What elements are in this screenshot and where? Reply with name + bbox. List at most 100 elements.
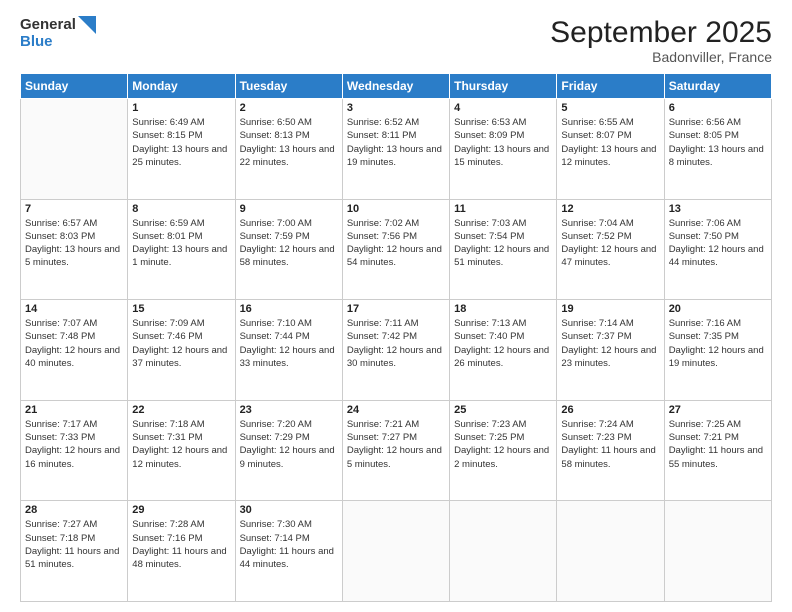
calendar-cell: 30Sunrise: 7:30 AMSunset: 7:14 PMDayligh… (235, 501, 342, 602)
cell-line: Sunset: 7:48 PM (25, 330, 123, 343)
day-number: 18 (454, 303, 552, 315)
day-number: 12 (561, 203, 659, 215)
cell-line: Daylight: 12 hours and 54 minutes. (347, 243, 445, 270)
calendar-table: SundayMondayTuesdayWednesdayThursdayFrid… (20, 73, 772, 602)
cell-line: Sunrise: 6:50 AM (240, 116, 338, 129)
cell-line: Sunrise: 7:07 AM (25, 317, 123, 330)
day-number: 19 (561, 303, 659, 315)
cell-content: Sunrise: 7:10 AMSunset: 7:44 PMDaylight:… (240, 317, 338, 370)
cell-line: Daylight: 12 hours and 2 minutes. (454, 444, 552, 471)
cell-line: Sunrise: 7:16 AM (669, 317, 767, 330)
cell-line: Sunrise: 6:55 AM (561, 116, 659, 129)
cell-content: Sunrise: 7:28 AMSunset: 7:16 PMDaylight:… (132, 518, 230, 571)
cell-line: Sunset: 7:59 PM (240, 230, 338, 243)
logo-general: General (20, 17, 76, 34)
cell-line: Sunrise: 7:06 AM (669, 217, 767, 230)
day-number: 5 (561, 102, 659, 114)
day-number: 4 (454, 102, 552, 114)
calendar-cell: 24Sunrise: 7:21 AMSunset: 7:27 PMDayligh… (342, 400, 449, 501)
cell-line: Sunset: 7:50 PM (669, 230, 767, 243)
cell-line: Daylight: 12 hours and 30 minutes. (347, 344, 445, 371)
cell-content: Sunrise: 7:13 AMSunset: 7:40 PMDaylight:… (454, 317, 552, 370)
day-number: 22 (132, 404, 230, 416)
cell-content: Sunrise: 7:23 AMSunset: 7:25 PMDaylight:… (454, 418, 552, 471)
calendar-cell: 14Sunrise: 7:07 AMSunset: 7:48 PMDayligh… (21, 300, 128, 401)
cell-line: Daylight: 11 hours and 44 minutes. (240, 545, 338, 572)
day-number: 17 (347, 303, 445, 315)
calendar-cell: 17 Sunrise: 7:11 AMSunset: 7:42 PMDayligh… (342, 300, 449, 401)
header: General Blue September 2025 Badonviller,… (20, 16, 772, 65)
cell-line: Sunrise: 7:03 AM (454, 217, 552, 230)
cell-line: Sunrise: 7:10 AM (240, 317, 338, 330)
cell-line: Sunset: 7:27 PM (347, 431, 445, 444)
cell-content: Sunrise: 6:56 AMSunset: 8:05 PMDaylight:… (669, 116, 767, 169)
cell-line: Sunset: 7:18 PM (25, 532, 123, 545)
calendar-cell: 6Sunrise: 6:56 AMSunset: 8:05 PMDaylight… (664, 99, 771, 200)
cell-content: Sunrise: 7:14 AMSunset: 7:37 PMDaylight:… (561, 317, 659, 370)
cell-line: Sunset: 7:16 PM (132, 532, 230, 545)
cell-content: Sunrise: 7:03 AMSunset: 7:54 PMDaylight:… (454, 217, 552, 270)
cell-line: Sunrise: 6:53 AM (454, 116, 552, 129)
calendar-cell (21, 99, 128, 200)
calendar-cell: 19 Sunrise: 7:14 AMSunset: 7:37 PMDayligh… (557, 300, 664, 401)
cell-line: Daylight: 12 hours and 12 minutes. (132, 444, 230, 471)
weekday-header: Sunday (21, 74, 128, 99)
cell-line: Daylight: 12 hours and 5 minutes. (347, 444, 445, 471)
cell-line: Sunrise: 6:57 AM (25, 217, 123, 230)
day-number: 21 (25, 404, 123, 416)
cell-content: Sunrise: 7:04 AMSunset: 7:52 PMDaylight:… (561, 217, 659, 270)
day-number: 23 (240, 404, 338, 416)
cell-line: Daylight: 12 hours and 47 minutes. (561, 243, 659, 270)
cell-content: Sunrise: 6:49 AMSunset: 8:15 PMDaylight:… (132, 116, 230, 169)
cell-content: Sunrise: 7:11 AMSunset: 7:42 PMDaylight:… (347, 317, 445, 370)
day-number: 13 (669, 203, 767, 215)
logo-icon (78, 16, 96, 34)
cell-line: Sunset: 7:56 PM (347, 230, 445, 243)
cell-line: Sunrise: 7:17 AM (25, 418, 123, 431)
page: General Blue September 2025 Badonviller,… (0, 0, 792, 612)
calendar-cell: 1 Sunrise: 6:49 AMSunset: 8:15 PMDaylight… (128, 99, 235, 200)
cell-line: Sunrise: 7:13 AM (454, 317, 552, 330)
calendar-cell: 2Sunrise: 6:50 AMSunset: 8:13 PMDaylight… (235, 99, 342, 200)
cell-line: Daylight: 12 hours and 37 minutes. (132, 344, 230, 371)
day-number: 3 (347, 102, 445, 114)
day-number: 2 (240, 102, 338, 114)
cell-line: Sunset: 7:52 PM (561, 230, 659, 243)
cell-line: Daylight: 13 hours and 12 minutes. (561, 143, 659, 170)
day-number: 25 (454, 404, 552, 416)
cell-content: Sunrise: 6:59 AMSunset: 8:01 PMDaylight:… (132, 217, 230, 270)
cell-content: Sunrise: 6:57 AMSunset: 8:03 PMDaylight:… (25, 217, 123, 270)
day-number: 14 (25, 303, 123, 315)
day-number: 16 (240, 303, 338, 315)
calendar-cell: 8Sunrise: 6:59 AMSunset: 8:01 PMDaylight… (128, 199, 235, 300)
day-number: 1 (132, 102, 230, 114)
calendar-subtitle: Badonviller, France (550, 49, 772, 65)
calendar-cell: 26Sunrise: 7:24 AMSunset: 7:23 PMDayligh… (557, 400, 664, 501)
calendar-cell: 3Sunrise: 6:52 AMSunset: 8:11 PMDaylight… (342, 99, 449, 200)
cell-content: Sunrise: 7:20 AMSunset: 7:29 PMDaylight:… (240, 418, 338, 471)
weekday-header: Saturday (664, 74, 771, 99)
calendar-cell: 13 Sunrise: 7:06 AMSunset: 7:50 PMDayligh… (664, 199, 771, 300)
cell-line: Daylight: 12 hours and 33 minutes. (240, 344, 338, 371)
calendar-week-row: 21Sunrise: 7:17 AMSunset: 7:33 PMDayligh… (21, 400, 772, 501)
cell-content: Sunrise: 7:25 AMSunset: 7:21 PMDaylight:… (669, 418, 767, 471)
cell-line: Sunrise: 7:20 AM (240, 418, 338, 431)
cell-content: Sunrise: 7:21 AMSunset: 7:27 PMDaylight:… (347, 418, 445, 471)
cell-line: Daylight: 13 hours and 1 minute. (132, 243, 230, 270)
cell-line: Daylight: 12 hours and 26 minutes. (454, 344, 552, 371)
weekday-header: Wednesday (342, 74, 449, 99)
cell-line: Daylight: 13 hours and 8 minutes. (669, 143, 767, 170)
day-number: 11 (454, 203, 552, 215)
calendar-cell: 27Sunrise: 7:25 AMSunset: 7:21 PMDayligh… (664, 400, 771, 501)
calendar-cell: 22Sunrise: 7:18 AMSunset: 7:31 PMDayligh… (128, 400, 235, 501)
day-number: 10 (347, 203, 445, 215)
cell-line: Daylight: 13 hours and 25 minutes. (132, 143, 230, 170)
calendar-cell: 16 Sunrise: 7:10 AMSunset: 7:44 PMDayligh… (235, 300, 342, 401)
weekday-header: Tuesday (235, 74, 342, 99)
cell-line: Sunset: 8:03 PM (25, 230, 123, 243)
cell-line: Sunset: 8:15 PM (132, 129, 230, 142)
cell-line: Sunset: 7:54 PM (454, 230, 552, 243)
calendar-cell: 4Sunrise: 6:53 AMSunset: 8:09 PMDaylight… (450, 99, 557, 200)
cell-content: Sunrise: 7:06 AMSunset: 7:50 PMDaylight:… (669, 217, 767, 270)
calendar-cell: 9Sunrise: 7:00 AMSunset: 7:59 PMDaylight… (235, 199, 342, 300)
